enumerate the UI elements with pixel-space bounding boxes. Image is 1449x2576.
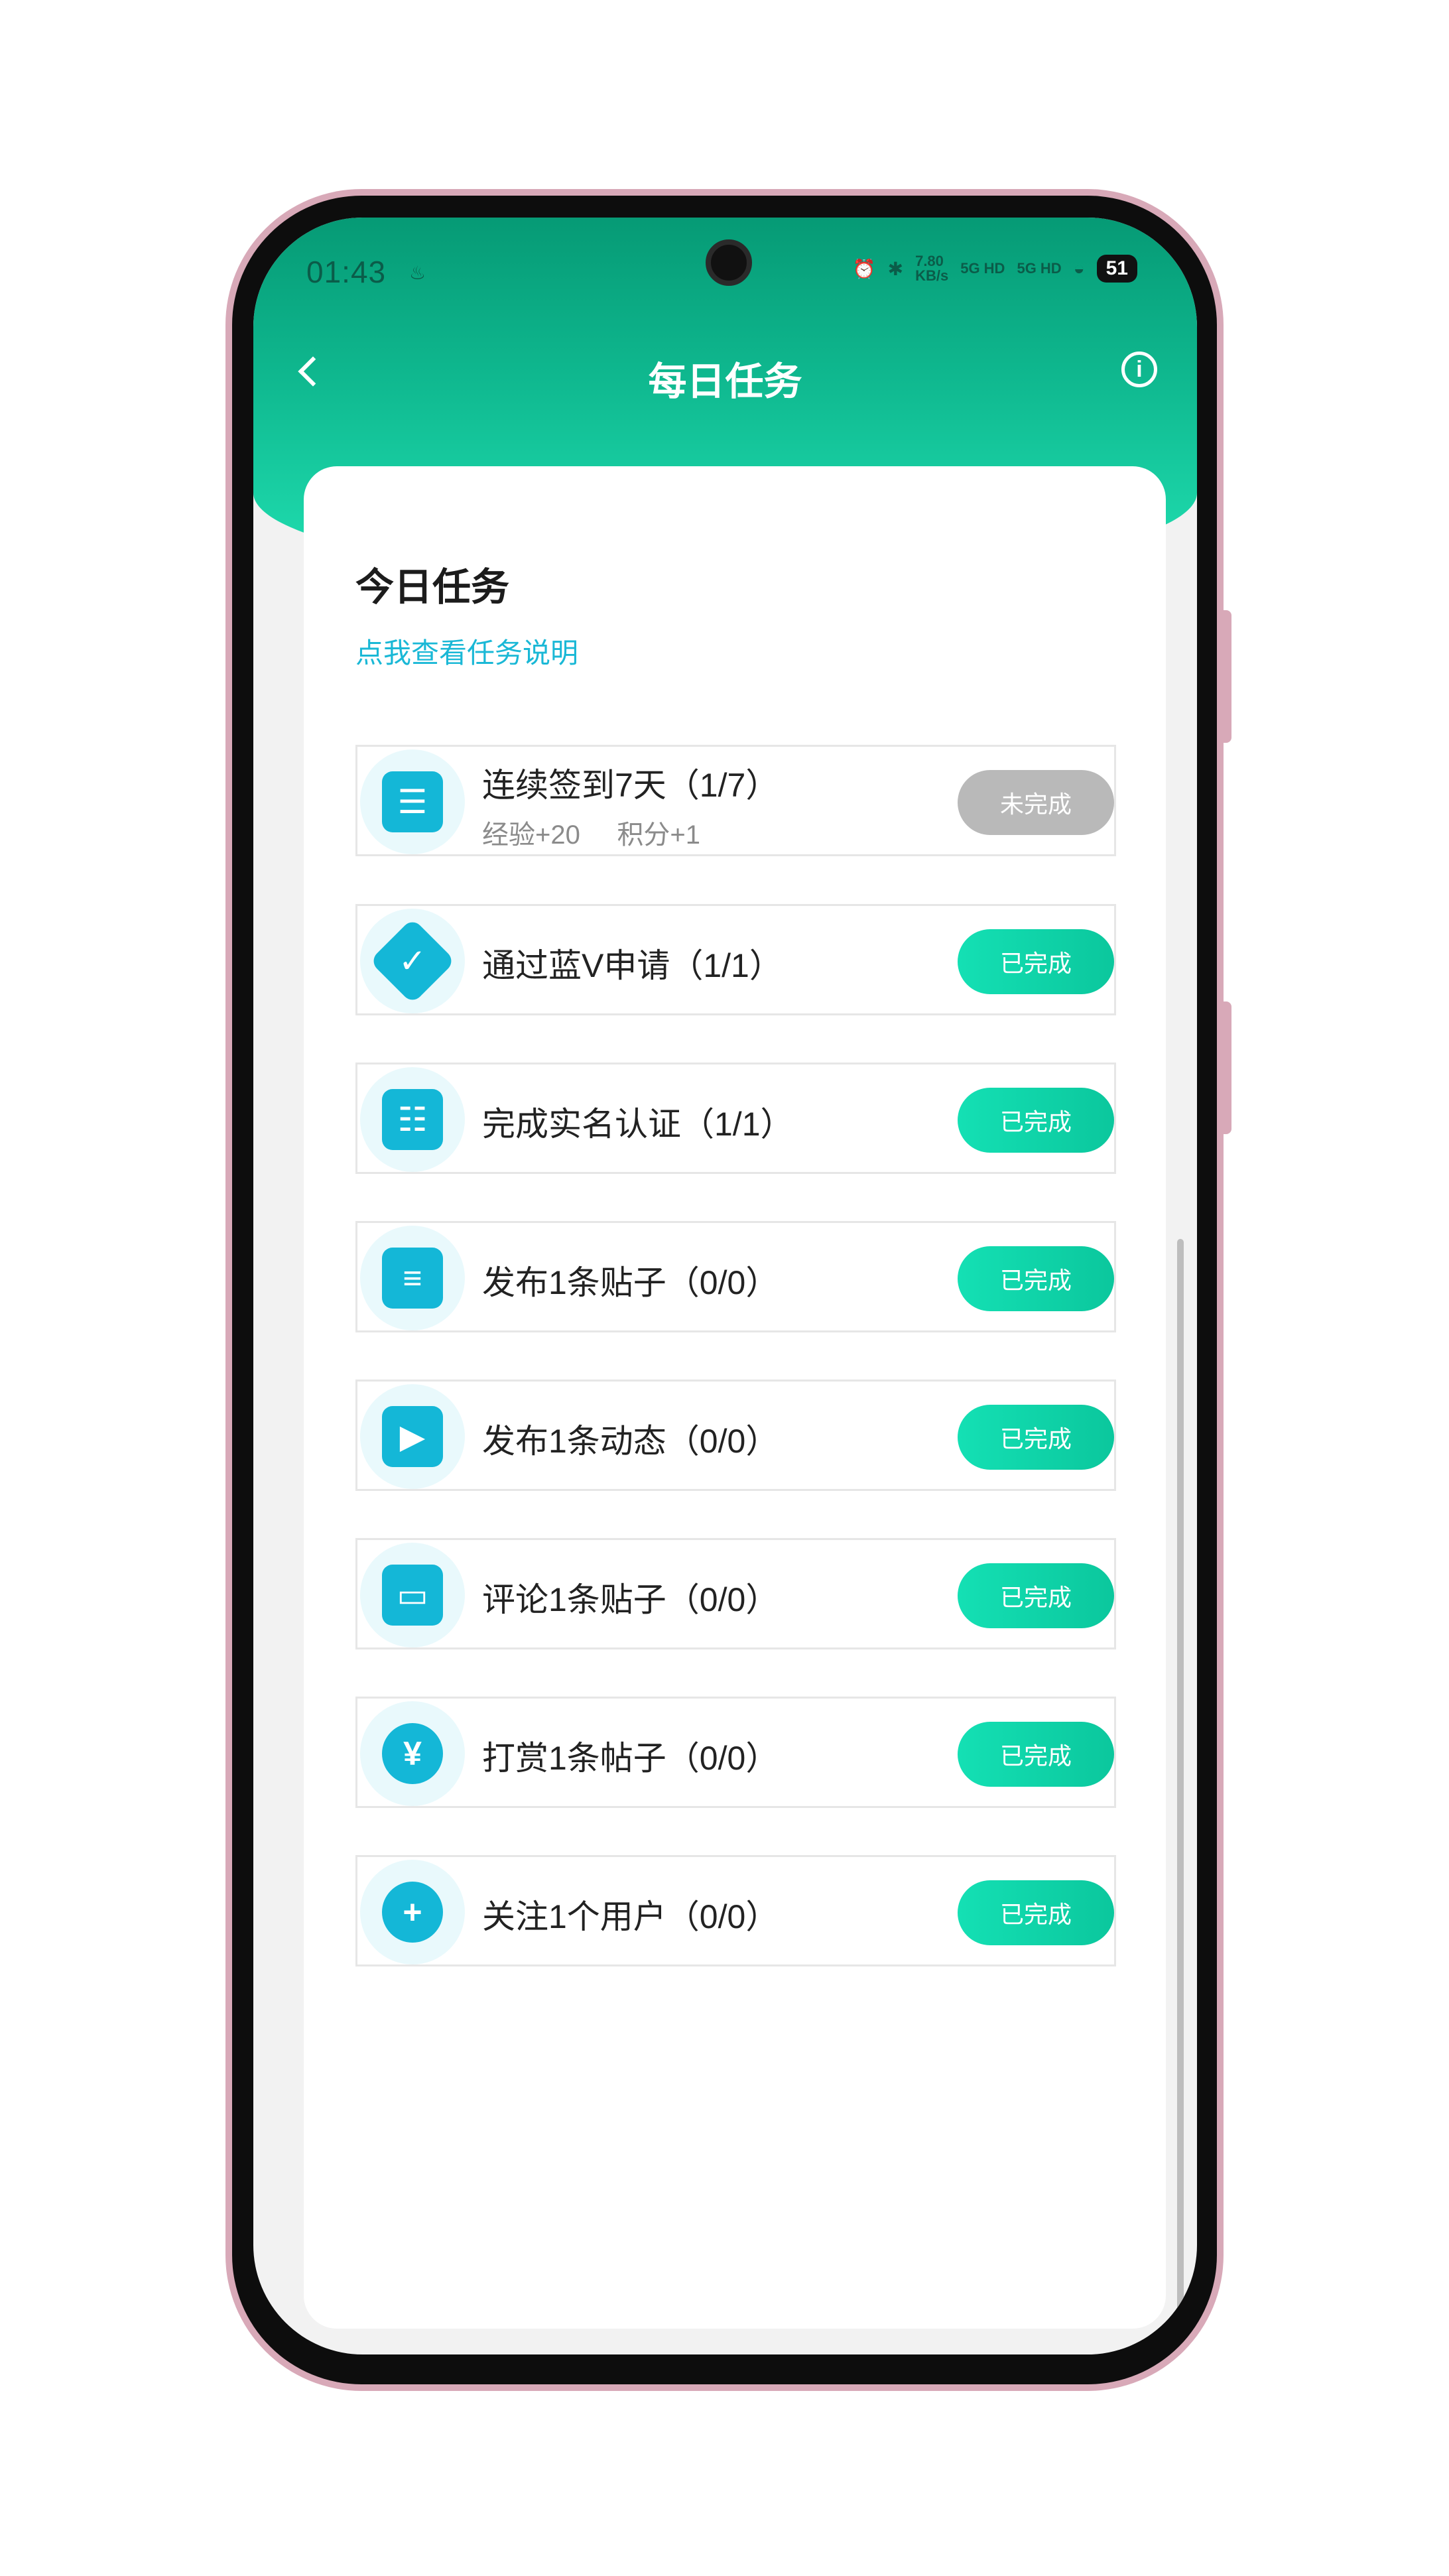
task-icon-wrap: ☰: [360, 749, 465, 854]
comment-icon: ▭: [382, 1565, 443, 1626]
screen: 01:43 ♨ ⏰ ✱ 7.80 KB/s 5G HD 5G HD ◒ 51 每…: [253, 218, 1197, 2354]
task-status-button[interactable]: 已完成: [958, 929, 1114, 994]
task-icon-wrap: ✓: [360, 909, 465, 1013]
task-name: 完成实名认证（1/1）: [482, 1106, 794, 1143]
task-name: 连续签到7天（1/7）: [482, 767, 779, 804]
status-icons: ⏰ ✱ 7.80 KB/s 5G HD 5G HD ◒ 51: [853, 254, 1137, 283]
bluetooth-icon: ✱: [887, 258, 904, 279]
task-icon-wrap: ☷: [360, 1067, 465, 1172]
task-item-post: ≡ 发布1条贴子（0/0） 已完成: [355, 1221, 1116, 1332]
task-reward: 经验+20 积分+1: [482, 813, 700, 852]
power-button: [1221, 1001, 1231, 1134]
task-status-button[interactable]: 已完成: [958, 1246, 1114, 1311]
title-bar: 每日任务 i: [253, 330, 1197, 410]
task-icon-wrap: ≡: [360, 1226, 465, 1330]
task-name: 关注1个用户（0/0）: [482, 1898, 779, 1935]
section-title: 今日任务: [355, 566, 510, 609]
task-item-moment: ▶ 发布1条动态（0/0） 已完成: [355, 1380, 1116, 1491]
task-icon-wrap: ▭: [360, 1543, 465, 1647]
yen-coin-icon: ¥: [382, 1723, 443, 1784]
task-name: 通过蓝V申请（1/1）: [482, 947, 783, 984]
status-time: 01:43: [306, 255, 387, 289]
alarm-icon: ⏰: [852, 258, 876, 279]
task-name: 打赏1条帖子（0/0）: [482, 1740, 779, 1777]
signal-icon-1: 5G HD: [960, 260, 1005, 277]
task-name: 发布1条贴子（0/0）: [482, 1264, 779, 1301]
task-status-button[interactable]: 已完成: [958, 1563, 1114, 1628]
plus-circle-icon: +: [382, 1882, 443, 1943]
battery-icon: 51: [1096, 255, 1137, 283]
task-icon-wrap: +: [360, 1860, 465, 1964]
verified-badge-icon: ✓: [369, 917, 456, 1005]
reward-points: 积分+1: [617, 820, 701, 850]
task-name: 发布1条动态（0/0）: [482, 1423, 779, 1460]
task-status-button[interactable]: 未完成: [958, 770, 1114, 835]
task-name: 评论1条贴子（0/0）: [482, 1581, 779, 1618]
task-status-button[interactable]: 已完成: [958, 1880, 1114, 1945]
front-camera: [706, 239, 752, 286]
task-icon-wrap: ¥: [360, 1701, 465, 1806]
task-card: 今日任务 点我查看任务说明 ☰ 连续签到7天（1/7） 经验+20 积分+1 未…: [304, 466, 1166, 2329]
reward-exp: 经验+20: [482, 820, 580, 850]
task-status-button[interactable]: 已完成: [958, 1088, 1114, 1153]
page-title: 每日任务: [648, 360, 802, 403]
id-card-icon: ☷: [382, 1089, 443, 1150]
task-status-button[interactable]: 已完成: [958, 1722, 1114, 1787]
notification-icon: ♨: [409, 263, 426, 283]
net-speed-unit: KB/s: [915, 267, 949, 284]
signal-icon-2: 5G HD: [1017, 260, 1062, 277]
phone-frame: 01:43 ♨ ⏰ ✱ 7.80 KB/s 5G HD 5G HD ◒ 51 每…: [225, 189, 1231, 2391]
task-icon-wrap: ▶: [360, 1384, 465, 1489]
verified-badge-glyph: ✓: [399, 942, 426, 980]
net-speed: 7.80 KB/s: [915, 254, 948, 283]
task-item-bluev: ✓ 通过蓝V申请（1/1） 已完成: [355, 904, 1116, 1015]
task-item-signin: ☰ 连续签到7天（1/7） 经验+20 积分+1 未完成: [355, 745, 1116, 856]
phone-body: 01:43 ♨ ⏰ ✱ 7.80 KB/s 5G HD 5G HD ◒ 51 每…: [232, 196, 1231, 2384]
task-status-button[interactable]: 已完成: [958, 1405, 1114, 1470]
calendar-icon: ☰: [382, 771, 443, 832]
volume-button: [1221, 610, 1231, 743]
task-item-reward: ¥ 打赏1条帖子（0/0） 已完成: [355, 1697, 1116, 1808]
scrollbar[interactable]: [1177, 1239, 1184, 2313]
task-item-follow: + 关注1个用户（0/0） 已完成: [355, 1855, 1116, 1966]
task-item-comment: ▭ 评论1条贴子（0/0） 已完成: [355, 1538, 1116, 1649]
post-icon: ≡: [382, 1248, 443, 1309]
info-icon[interactable]: i: [1121, 352, 1157, 387]
task-item-realname: ☷ 完成实名认证（1/1） 已完成: [355, 1063, 1116, 1174]
wifi-icon: ◒: [1073, 258, 1085, 279]
status-bar: 01:43 ♨ ⏰ ✱ 7.80 KB/s 5G HD 5G HD ◒ 51: [253, 218, 1197, 317]
task-instructions-link[interactable]: 点我查看任务说明: [355, 631, 578, 671]
video-camera-icon: ▶: [382, 1406, 443, 1467]
